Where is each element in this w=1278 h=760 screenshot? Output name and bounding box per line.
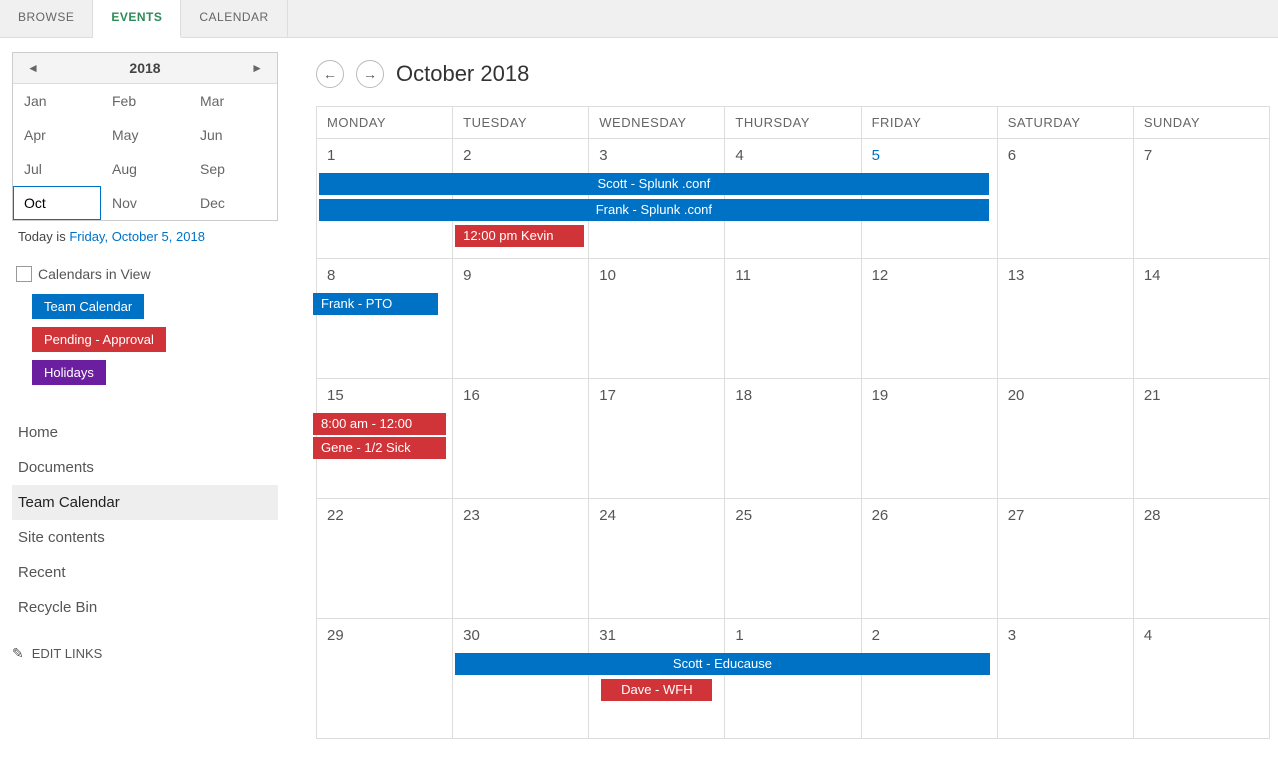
month-dec[interactable]: Dec bbox=[189, 186, 277, 220]
dayhead-tue: TUESDAY bbox=[453, 107, 589, 139]
top-tabs: BROWSE EVENTS CALENDAR bbox=[0, 0, 1278, 38]
sidebar: ◄ 2018 ► Jan Feb Mar Apr May Jun Jul Aug… bbox=[0, 38, 290, 739]
day-cell[interactable]: 16 bbox=[453, 379, 589, 499]
event-gene-time[interactable]: 8:00 am - 12:00 bbox=[313, 413, 446, 435]
nav-home[interactable]: Home bbox=[12, 415, 278, 450]
day-cell[interactable]: 1 Scott - Splunk .conf Frank - Splunk .c… bbox=[317, 139, 453, 259]
event-kevin[interactable]: 12:00 pm Kevin bbox=[455, 225, 584, 247]
day-cell[interactable]: 6 bbox=[998, 139, 1134, 259]
day-cell[interactable]: 21 bbox=[1134, 379, 1270, 499]
month-nov[interactable]: Nov bbox=[101, 186, 189, 220]
dayhead-fri: FRIDAY bbox=[862, 107, 998, 139]
month-jun[interactable]: Jun bbox=[189, 118, 277, 152]
event-scott-splunk[interactable]: Scott - Splunk .conf bbox=[319, 173, 989, 195]
day-cell[interactable]: 20 bbox=[998, 379, 1134, 499]
tab-browse[interactable]: BROWSE bbox=[0, 0, 93, 37]
chip-pending-approval[interactable]: Pending - Approval bbox=[32, 327, 166, 352]
day-cell[interactable]: 31 Dave - WFH bbox=[589, 619, 725, 739]
calendar-main: ← → October 2018 MONDAY TUESDAY WEDNESDA… bbox=[290, 38, 1278, 739]
day-cell[interactable]: 1 bbox=[725, 619, 861, 739]
day-cell[interactable]: 23 bbox=[453, 499, 589, 619]
pencil-icon: ✎ bbox=[12, 645, 24, 662]
dayhead-sat: SATURDAY bbox=[998, 107, 1134, 139]
today-text: Today is Friday, October 5, 2018 bbox=[12, 221, 278, 252]
chip-team-calendar[interactable]: Team Calendar bbox=[32, 294, 144, 319]
day-cell[interactable]: 30 Scott - Educause bbox=[453, 619, 589, 739]
day-cell[interactable]: 26 bbox=[862, 499, 998, 619]
nav-team-calendar[interactable]: Team Calendar bbox=[12, 485, 278, 520]
day-cell[interactable]: 9 bbox=[453, 259, 589, 379]
month-may[interactable]: May bbox=[101, 118, 189, 152]
calendar-grid: MONDAY TUESDAY WEDNESDAY THURSDAY FRIDAY… bbox=[316, 106, 1270, 739]
day-cell[interactable]: 11 bbox=[725, 259, 861, 379]
event-dave-wfh[interactable]: Dave - WFH bbox=[601, 679, 712, 701]
day-cell[interactable]: 2 bbox=[862, 619, 998, 739]
day-cell[interactable]: 17 bbox=[589, 379, 725, 499]
month-aug[interactable]: Aug bbox=[101, 152, 189, 186]
dayhead-wed: WEDNESDAY bbox=[589, 107, 725, 139]
month-oct[interactable]: Oct bbox=[13, 186, 101, 220]
day-cell[interactable]: 19 bbox=[862, 379, 998, 499]
day-cell[interactable]: 14 bbox=[1134, 259, 1270, 379]
today-cell: 5 bbox=[862, 143, 997, 168]
mini-calendar: ◄ 2018 ► Jan Feb Mar Apr May Jun Jul Aug… bbox=[12, 52, 278, 221]
month-jan[interactable]: Jan bbox=[13, 84, 101, 118]
site-nav: Home Documents Team Calendar Site conten… bbox=[12, 415, 278, 625]
edit-links[interactable]: ✎ EDIT LINKS bbox=[12, 645, 278, 662]
next-month-button[interactable]: → bbox=[356, 60, 384, 88]
day-cell[interactable]: 25 bbox=[725, 499, 861, 619]
nav-recent[interactable]: Recent bbox=[12, 555, 278, 590]
tab-events[interactable]: EVENTS bbox=[93, 0, 181, 38]
day-cell[interactable]: 15 8:00 am - 12:00 Gene - 1/2 Sick bbox=[317, 379, 453, 499]
month-jul[interactable]: Jul bbox=[13, 152, 101, 186]
event-scott-educause[interactable]: Scott - Educause bbox=[455, 653, 990, 675]
day-cell[interactable]: 18 bbox=[725, 379, 861, 499]
nav-documents[interactable]: Documents bbox=[12, 450, 278, 485]
day-cell[interactable]: 10 bbox=[589, 259, 725, 379]
day-cell[interactable]: 3 bbox=[998, 619, 1134, 739]
mini-months-grid: Jan Feb Mar Apr May Jun Jul Aug Sep Oct … bbox=[13, 84, 277, 220]
event-gene-sick[interactable]: Gene - 1/2 Sick bbox=[313, 437, 446, 459]
tab-calendar[interactable]: CALENDAR bbox=[181, 0, 287, 37]
day-cell[interactable]: 29 bbox=[317, 619, 453, 739]
nav-recycle-bin[interactable]: Recycle Bin bbox=[12, 590, 278, 625]
day-cell[interactable]: 7 bbox=[1134, 139, 1270, 259]
event-frank-splunk[interactable]: Frank - Splunk .conf bbox=[319, 199, 989, 221]
mini-year: 2018 bbox=[129, 60, 160, 76]
mini-next-year[interactable]: ► bbox=[245, 59, 269, 77]
month-sep[interactable]: Sep bbox=[189, 152, 277, 186]
month-title: October 2018 bbox=[396, 61, 529, 87]
day-cell[interactable]: 28 bbox=[1134, 499, 1270, 619]
day-cell[interactable]: 8 Frank - PTO bbox=[317, 259, 453, 379]
day-cell[interactable]: 22 bbox=[317, 499, 453, 619]
day-cell[interactable]: 27 bbox=[998, 499, 1134, 619]
day-cell[interactable]: 24 bbox=[589, 499, 725, 619]
day-cell[interactable]: 13 bbox=[998, 259, 1134, 379]
month-feb[interactable]: Feb bbox=[101, 84, 189, 118]
nav-site-contents[interactable]: Site contents bbox=[12, 520, 278, 555]
day-cell[interactable]: 12 bbox=[862, 259, 998, 379]
day-cell[interactable]: 4 bbox=[1134, 619, 1270, 739]
prev-month-button[interactable]: ← bbox=[316, 60, 344, 88]
dayhead-sun: SUNDAY bbox=[1134, 107, 1270, 139]
dayhead-mon: MONDAY bbox=[317, 107, 453, 139]
month-mar[interactable]: Mar bbox=[189, 84, 277, 118]
mini-prev-year[interactable]: ◄ bbox=[21, 59, 45, 77]
dayhead-thu: THURSDAY bbox=[725, 107, 861, 139]
today-link[interactable]: Friday, October 5, 2018 bbox=[69, 229, 205, 244]
calendars-in-view-header: Calendars in View bbox=[16, 266, 274, 282]
event-frank-pto[interactable]: Frank - PTO bbox=[313, 293, 438, 315]
chip-holidays[interactable]: Holidays bbox=[32, 360, 106, 385]
calendar-icon bbox=[16, 266, 32, 282]
month-apr[interactable]: Apr bbox=[13, 118, 101, 152]
